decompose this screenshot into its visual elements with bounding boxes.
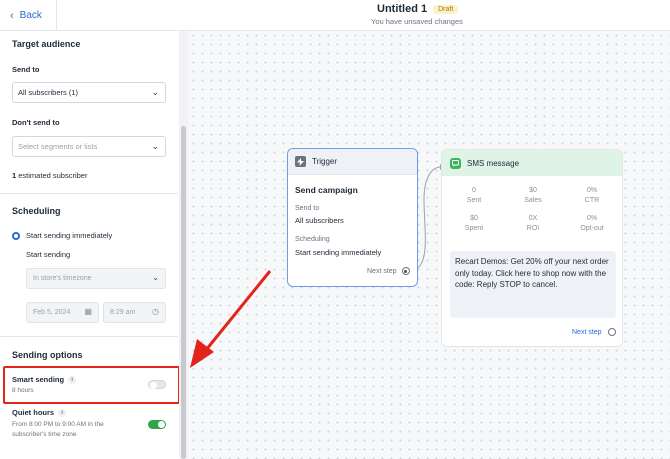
stat-ctr: 0% CTR xyxy=(567,186,617,206)
dont-send-to-label: Don't send to xyxy=(12,118,60,127)
stat-value: 0 xyxy=(472,187,476,194)
back-label: Back xyxy=(19,10,42,21)
stat-label: Opt-out xyxy=(580,225,604,232)
radio-label-start-sending: Start sending xyxy=(26,250,71,259)
output-port-icon[interactable] xyxy=(401,267,410,275)
output-port-icon[interactable] xyxy=(607,328,616,336)
trigger-next-step[interactable]: Next step xyxy=(367,267,410,275)
back-button[interactable]: ‹ Back xyxy=(0,0,57,31)
chevron-down-icon: ⌄ xyxy=(152,273,159,282)
quiet-hours-label-row: Quiet hours i xyxy=(12,408,67,418)
sms-node-header: SMS message xyxy=(442,150,622,176)
quiet-hours-label: Quiet hours xyxy=(12,408,55,417)
radio-label-immediately: Start sending immediately xyxy=(26,231,113,240)
lightning-icon xyxy=(295,156,306,167)
date-value: Feb 5, 2024 xyxy=(33,309,71,316)
quiet-hours-line2: subscriber's time zone xyxy=(12,431,77,438)
stat-sent: 0 Sent xyxy=(449,186,499,206)
toggle-knob xyxy=(158,421,165,428)
estimate-text: estimated subscriber xyxy=(18,171,88,180)
sms-next-step[interactable]: Next step xyxy=(572,328,616,336)
sms-node-title: SMS message xyxy=(467,158,520,168)
stat-opt-out: 0% Opt-out xyxy=(567,214,617,234)
section-title-scheduling: Scheduling xyxy=(12,206,61,216)
clock-icon: ◷ xyxy=(152,307,159,316)
divider xyxy=(0,336,178,337)
chevron-down-icon: ⌄ xyxy=(151,141,159,151)
stat-label: ROI xyxy=(526,225,540,232)
radio-selected-icon xyxy=(12,231,20,240)
estimate-count: 1 xyxy=(12,171,17,180)
dont-send-to-select[interactable]: Select segments or lists ⌄ xyxy=(12,136,166,157)
stat-label: CTR xyxy=(584,197,600,204)
stat-label: Sales xyxy=(524,197,542,204)
scheduling-value: Start sending immediately xyxy=(295,248,382,257)
campaign-title[interactable]: Untitled 1 xyxy=(377,3,427,15)
stat-label: Sent xyxy=(466,197,482,204)
estimated-subscribers: 1 estimated subscriber xyxy=(12,171,87,180)
sms-message-preview: Recart Demos: Get 20% off your next orde… xyxy=(450,251,616,318)
date-picker[interactable]: Feb 5, 2024 ▦ xyxy=(26,302,99,323)
send-to-label: Send to xyxy=(12,65,40,74)
chat-bubble-icon xyxy=(450,157,461,169)
next-step-label: Next step xyxy=(572,328,602,336)
divider xyxy=(0,193,178,194)
send-to-select[interactable]: All subscribers (1) ⌄ xyxy=(12,82,166,103)
top-bar: ‹ Back Untitled 1 Draft You have unsaved… xyxy=(0,0,670,31)
stat-spent: $0 Spent xyxy=(449,214,499,234)
chevron-down-icon: ⌄ xyxy=(151,87,159,97)
time-picker[interactable]: 8:29 am ◷ xyxy=(103,302,166,323)
time-value: 8:29 am xyxy=(110,309,136,316)
stat-roi: 0X ROI xyxy=(508,214,558,234)
trigger-node-title: Trigger xyxy=(312,157,338,166)
sidebar-scrollbar[interactable] xyxy=(179,31,188,459)
quiet-hours-line1: From 8:00 PM to 9:00 AM in the xyxy=(12,421,104,428)
trigger-node-header: Trigger xyxy=(288,149,417,175)
stat-value: $0 xyxy=(470,215,478,222)
stat-value: $0 xyxy=(529,187,537,194)
quiet-hours-toggle[interactable] xyxy=(148,420,166,429)
unsaved-changes-text: You have unsaved changes xyxy=(371,17,463,26)
stat-value: 0% xyxy=(586,187,598,194)
send-to-caption: Send to xyxy=(295,205,320,212)
send-to-value: All subscribers xyxy=(295,216,344,225)
radio-start-sending[interactable]: Start sending xyxy=(26,250,70,259)
radio-start-immediately[interactable]: Start sending immediately xyxy=(12,231,112,240)
scheduling-caption: Scheduling xyxy=(295,236,330,243)
send-to-value: All subscribers (1) xyxy=(18,88,79,97)
trigger-name: Send campaign xyxy=(295,185,358,195)
status-badge: Draft xyxy=(433,4,459,14)
scrollbar-thumb[interactable] xyxy=(181,126,186,459)
stat-sales: $0 Sales xyxy=(508,186,558,206)
next-step-label: Next step xyxy=(367,267,397,275)
stat-value: 0X xyxy=(528,215,538,222)
section-title-sending-options: Sending options xyxy=(12,350,83,360)
stat-label: Spent xyxy=(464,225,484,232)
trigger-node[interactable]: Trigger Send campaign Send to All subscr… xyxy=(287,148,418,287)
timezone-value: In store's timezone xyxy=(33,275,92,282)
annotation-highlight-box xyxy=(3,366,180,404)
info-icon[interactable]: i xyxy=(58,409,67,418)
sms-message-node[interactable]: SMS message 0 Sent $0 Sales 0% CTR $0 Sp… xyxy=(441,149,623,347)
calendar-icon: ▦ xyxy=(84,307,92,316)
section-title-target-audience: Target audience xyxy=(12,39,81,49)
chevron-left-icon: ‹ xyxy=(10,9,14,22)
settings-sidebar: Target audience Send to All subscribers … xyxy=(0,31,188,459)
dont-send-to-placeholder: Select segments or lists xyxy=(18,142,98,151)
timezone-select[interactable]: In store's timezone ⌄ xyxy=(26,268,166,289)
stat-value: 0% xyxy=(586,215,598,222)
campaign-title-block: Untitled 1 Draft You have unsaved change… xyxy=(300,3,520,26)
